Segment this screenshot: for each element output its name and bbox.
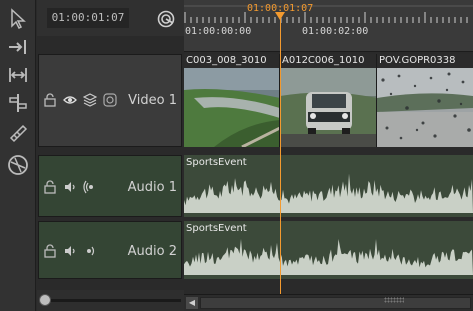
audio-track-lane-1[interactable]: SportsEvent	[184, 155, 473, 217]
video-clip-3[interactable]: POV.GOPR0338	[377, 54, 473, 147]
record-arm-icon[interactable]	[83, 180, 97, 194]
track-name-video-1: Video 1	[128, 93, 177, 108]
lock-icon[interactable]	[43, 244, 57, 258]
zoom-slider-area	[37, 290, 184, 311]
ruler-label-2s: 01:00:02:00	[302, 26, 369, 37]
zoom-slider-knob[interactable]	[39, 294, 51, 306]
scrollbar-thumb[interactable]	[200, 297, 471, 309]
scrollbar-grip	[384, 297, 404, 303]
blend-icon[interactable]	[103, 93, 117, 107]
razor-icon	[9, 124, 28, 143]
lock-icon[interactable]	[43, 180, 57, 194]
clip-label: POV.GOPR0338	[379, 55, 456, 66]
align-tool-button[interactable]	[4, 90, 32, 116]
multi-tool-button[interactable]	[4, 152, 32, 178]
move-to-end-icon	[9, 40, 26, 54]
ripple-tool-button[interactable]	[4, 34, 32, 60]
razor-tool-button[interactable]	[4, 120, 32, 146]
slip-icon	[9, 68, 27, 82]
zoom-slider-track[interactable]	[43, 299, 181, 302]
audio-track-lane-2[interactable]: SportsEvent	[184, 221, 473, 279]
speaker-icon[interactable]	[63, 244, 77, 258]
track-header-audio-1[interactable]: Audio 1	[38, 155, 182, 217]
audio-clip-label: SportsEvent	[186, 157, 247, 168]
clip-label: A012C006_1010	[282, 55, 365, 66]
scroll-left-arrow-icon[interactable]: ◀	[186, 297, 198, 309]
audio-clip-label: SportsEvent	[186, 223, 247, 234]
align-icon	[9, 94, 27, 112]
pointer-icon	[11, 8, 26, 30]
clip-thumbnail-coast	[184, 68, 279, 147]
snap-icon[interactable]	[156, 9, 176, 29]
video-clip-1[interactable]: C003_008_3010	[184, 54, 280, 147]
video-track-lane[interactable]: C003_008_3010 A012C006_1010 POV.GOPR0338	[184, 54, 473, 147]
layers-icon[interactable]	[83, 93, 97, 107]
track-name-audio-2: Audio 2	[127, 244, 177, 259]
slip-tool-button[interactable]	[4, 62, 32, 88]
video-clip-2[interactable]: A012C006_1010	[280, 54, 377, 147]
timecode-panel: 01:00:01:07	[37, 0, 184, 36]
tool-sidebar	[0, 0, 36, 311]
track-header-video-1[interactable]: Video 1	[38, 54, 182, 147]
ruler-label-start: 01:00:00:00	[185, 26, 252, 37]
track-name-audio-1: Audio 1	[127, 180, 177, 195]
lock-icon[interactable]	[43, 93, 57, 107]
track-header-audio-2[interactable]: Audio 2	[38, 221, 182, 279]
horizontal-scrollbar[interactable]: ◀	[184, 294, 473, 311]
current-timecode[interactable]: 01:00:01:07	[47, 8, 129, 28]
playhead-handle[interactable]	[275, 12, 285, 20]
waveform-shape	[184, 239, 473, 275]
timeline-ruler[interactable]: 01:00:01:07 01:00:00:00 01:00:02:00	[184, 0, 473, 52]
clip-thumbnail-rain	[377, 68, 473, 147]
playhead-line[interactable]	[280, 12, 281, 294]
speaker-icon[interactable]	[63, 180, 77, 194]
clip-thumbnail-car	[280, 68, 376, 147]
disc-icon	[8, 155, 28, 175]
waveform-shape	[184, 173, 473, 213]
record-arm-icon[interactable]	[83, 244, 97, 258]
clip-label: C003_008_3010	[186, 55, 267, 66]
eye-icon[interactable]	[63, 93, 77, 107]
pointer-tool-button[interactable]	[4, 6, 32, 32]
